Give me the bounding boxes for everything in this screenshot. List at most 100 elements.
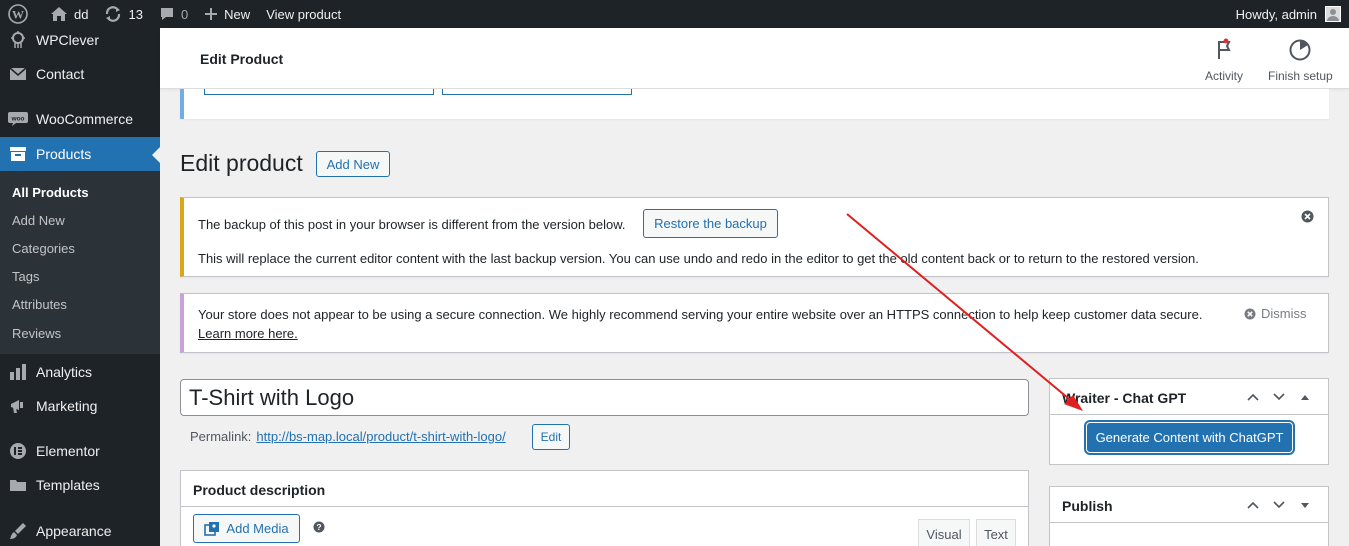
chevron-down-icon[interactable] [1271,389,1287,405]
svg-text:?: ? [316,522,321,532]
caret-up-icon[interactable] [1297,389,1313,405]
comments-count: 0 [180,6,189,22]
sidebar-item-label: Appearance [36,523,112,539]
svg-text:woo: woo [11,116,25,123]
admin-sidebar: WPClever Contact woo WooCommerce Product… [0,28,160,546]
notice-button-fragment[interactable] [442,89,632,95]
header-title: Edit Product [200,51,284,67]
avatar [1325,6,1341,22]
paintbrush-icon [0,522,36,540]
add-media-label: Add Media [226,521,289,536]
finish-setup-label: Finish setup [1268,69,1333,83]
dismiss-button[interactable]: Dismiss [1244,306,1307,321]
scrolled-notice [180,89,1329,119]
new-label: New [224,6,251,22]
wpclever-icon [0,30,36,50]
wordpress-logo-icon: W [8,4,28,24]
add-new-button[interactable]: Add New [316,151,390,177]
sidebar-item-label: Marketing [36,398,98,414]
my-account[interactable]: Howdy, admin [1236,6,1349,22]
folder-icon [0,478,36,492]
dismiss-notice-icon[interactable] [1301,210,1314,226]
progress-ring-icon [1288,38,1312,65]
permalink-url[interactable]: http://bs-map.local/product/t-shirt-with… [256,429,505,444]
submenu-add-new[interactable]: Add New [12,213,65,228]
add-media-icon [204,521,220,537]
sidebar-item-elementor[interactable]: Elementor [0,434,160,468]
postbox-header: Product description [181,471,1028,507]
postbox-title: Product description [193,482,326,498]
close-icon [1244,308,1256,320]
sidebar-item-contact[interactable]: Contact [0,57,160,91]
elementor-icon [0,442,36,460]
new-content-link[interactable]: New [196,0,258,28]
sidebar-item-products[interactable]: Products [0,137,160,171]
megaphone-icon [0,397,36,415]
caret-down-icon[interactable] [1297,497,1313,513]
site-name: dd [74,6,89,22]
postbox-title: Publish [1062,498,1113,514]
archive-box-icon [0,146,36,162]
finish-setup-button[interactable]: Finish setup [1268,38,1333,83]
activity-label: Activity [1205,69,1244,83]
permalink-row: Permalink: http://bs-map.local/product/t… [190,429,506,444]
sidebar-item-label: Analytics [36,364,93,380]
backup-notice: The backup of this post in your browser … [180,197,1329,277]
updates-icon [104,5,122,23]
edit-permalink-button[interactable]: Edit [532,424,570,450]
backup-notice-text: The backup of this post in your browser … [198,217,626,232]
sidebar-item-appearance[interactable]: Appearance [0,514,160,546]
tab-visual[interactable]: Visual [918,519,970,546]
sidebar-item-label: WPClever [36,32,100,48]
ssl-notice: Your store does not appear to be using a… [180,293,1329,353]
comment-icon [159,6,175,22]
view-product-label: View product [266,6,342,22]
admin-bar: W dd 13 0 New View product Howdy, admin [0,0,1349,28]
envelope-icon [0,67,36,81]
postbox-controls [1245,389,1313,405]
submenu-categories[interactable]: Categories [12,241,75,256]
add-media-button[interactable]: Add Media [193,514,300,543]
submenu-tags[interactable]: Tags [12,269,39,284]
sidebar-item-marketing[interactable]: Marketing [0,389,160,423]
product-description-box: Product description Add Media ? Visual T… [180,470,1029,546]
chevron-up-icon[interactable] [1245,497,1261,513]
woocommerce-header: Edit Product Activity Finish setup [160,28,1349,89]
submenu-reviews[interactable]: Reviews [12,326,61,341]
learn-more-link[interactable]: Learn more here. [198,326,298,341]
restore-backup-button[interactable]: Restore the backup [643,209,778,238]
svg-text:W: W [12,8,24,22]
page-title: Edit product [180,150,303,176]
permalink-label: Permalink: [190,429,252,444]
generate-content-button[interactable]: Generate Content with ChatGPT [1087,423,1292,452]
flag-icon [1214,38,1234,65]
view-product-link[interactable]: View product [258,0,349,28]
sidebar-item-label: Products [36,146,92,162]
bar-chart-icon [0,364,36,380]
woocommerce-icon: woo [0,111,36,127]
howdy-label: Howdy, admin [1235,6,1317,22]
product-title-input[interactable] [180,379,1029,416]
sidebar-item-label: Templates [36,477,100,493]
ssl-notice-text: Your store does not appear to be using a… [198,307,1203,322]
sidebar-item-templates[interactable]: Templates [0,468,160,502]
publish-box: Publish [1049,486,1329,546]
tab-text[interactable]: Text [976,519,1016,546]
activity-button[interactable]: Activity [1205,38,1243,83]
chevron-down-icon[interactable] [1271,497,1287,513]
wraiter-chatgpt-box: Wraiter - Chat GPT Generate Content with… [1049,378,1329,465]
chevron-up-icon[interactable] [1245,389,1261,405]
sidebar-item-analytics[interactable]: Analytics [0,355,160,389]
home-icon [50,6,68,22]
submenu-attributes[interactable]: Attributes [12,297,67,312]
submenu-all-products[interactable]: All Products [12,185,89,200]
sidebar-item-label: Elementor [36,443,100,459]
updates-count: 13 [128,6,143,22]
sidebar-item-wpclever[interactable]: WPClever [0,23,160,57]
dismiss-label: Dismiss [1261,306,1307,321]
help-icon[interactable]: ? [313,521,325,536]
postbox-title: Wraiter - Chat GPT [1062,390,1187,406]
sidebar-item-woocommerce[interactable]: woo WooCommerce [0,102,160,136]
notice-button-fragment[interactable] [204,89,434,95]
plus-icon [204,7,218,21]
